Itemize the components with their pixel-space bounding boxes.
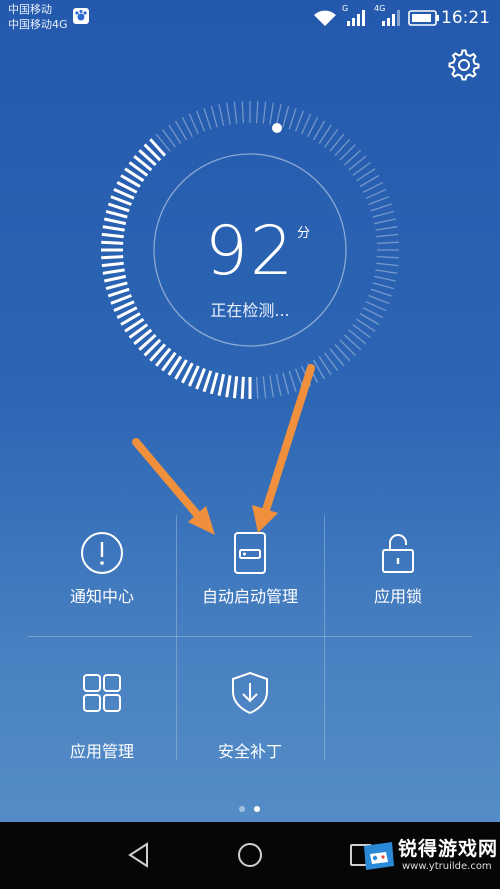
battery-icon <box>408 10 439 26</box>
tile-label: 应用锁 <box>373 587 422 606</box>
gauge-tick <box>232 376 239 399</box>
gauge-tick <box>301 365 312 387</box>
gauge-tick <box>365 188 387 199</box>
gauge-tick <box>301 113 312 135</box>
gauge-tick <box>188 113 199 135</box>
gauge-tick <box>203 108 212 130</box>
gauge-tick <box>210 105 218 128</box>
tile-autostart-manager[interactable]: 自动启动管理 <box>176 512 324 634</box>
site-watermark: 锐得游戏网 www.ytruilde.com <box>358 830 497 886</box>
gauge-tick <box>282 372 290 395</box>
status-bar: 中国移动 中国移动4G G 4G 16:21 <box>0 0 500 38</box>
four-squares-icon <box>83 674 121 712</box>
gauge-indicator-dot <box>272 123 282 133</box>
gauge-tick <box>262 376 267 399</box>
gauge-tick <box>107 202 130 213</box>
tile-notification-center[interactable]: 通知中心 <box>28 512 176 634</box>
gauge-tick <box>195 110 206 132</box>
gauge-tick <box>262 101 267 124</box>
gauge-tick <box>209 372 219 395</box>
gauge-tick <box>294 110 305 132</box>
scan-status: 正在检测... <box>210 301 290 320</box>
gauge-tick <box>241 101 245 124</box>
page-dot-1 <box>239 806 245 812</box>
shield-download-icon <box>232 671 268 715</box>
tile-app-manager[interactable]: 应用管理 <box>28 652 176 774</box>
tile-label: 应用管理 <box>69 742 134 761</box>
phone-card-icon <box>234 532 266 574</box>
settings-button[interactable] <box>447 48 481 82</box>
wifi-icon <box>314 10 336 26</box>
gauge-tick <box>255 376 259 399</box>
gauge-tick <box>240 376 245 399</box>
security-score: 92 <box>204 212 296 291</box>
gauge-tick <box>233 101 238 124</box>
signal-icon-2 <box>382 10 400 26</box>
gauge-tick <box>288 370 297 392</box>
gauge-tick <box>110 195 132 206</box>
gauge-tick <box>225 375 232 398</box>
tile-label: 通知中心 <box>69 587 134 606</box>
gauge-tick <box>269 102 274 125</box>
gauge-tick <box>218 104 225 126</box>
back-icon[interactable] <box>125 840 155 870</box>
watermark-url: www.ytruilde.com <box>402 861 492 872</box>
gamepad-logo-icon <box>364 842 394 870</box>
gauge-tick <box>269 375 274 398</box>
gauge-tick <box>202 370 213 393</box>
gauge-tick <box>307 362 319 384</box>
notification-app-icon <box>73 8 89 24</box>
gauge-tick <box>226 102 231 125</box>
tile-label: 安全补丁 <box>217 742 282 761</box>
tile-label: 自动启动管理 <box>201 587 298 606</box>
gauge-tick <box>370 203 392 212</box>
grid-divider-3 <box>28 636 472 637</box>
gauge-tick <box>307 116 319 138</box>
unlocked-padlock-icon <box>382 534 414 573</box>
home-icon[interactable] <box>235 840 265 870</box>
gauge-tick <box>294 368 305 390</box>
gear-icon <box>448 49 480 81</box>
gauge-tick <box>255 101 259 124</box>
gauge-tick <box>275 104 282 126</box>
gauge-tick <box>217 373 226 397</box>
gauge-tick <box>181 116 193 138</box>
signal-icon-1 <box>347 10 365 26</box>
gauge-tick <box>195 368 206 390</box>
carrier-label-2: 中国移动4G <box>8 18 68 31</box>
gauge-tick <box>282 105 290 128</box>
gauge-tick <box>368 195 390 206</box>
gauge-tick <box>362 181 384 193</box>
watermark-title: 锐得游戏网 <box>398 838 499 860</box>
score-unit: 分 <box>297 226 311 241</box>
gauge-tick <box>275 374 282 396</box>
gauge-tick <box>288 108 297 130</box>
clock: 16:21 <box>441 8 490 28</box>
tile-app-lock[interactable]: 应用锁 <box>324 512 472 634</box>
carrier-label-1: 中国移动 <box>8 3 52 16</box>
page-dot-2 <box>254 806 260 812</box>
alert-circle-icon <box>81 532 123 574</box>
tile-security-patch[interactable]: 安全补丁 <box>176 652 324 774</box>
